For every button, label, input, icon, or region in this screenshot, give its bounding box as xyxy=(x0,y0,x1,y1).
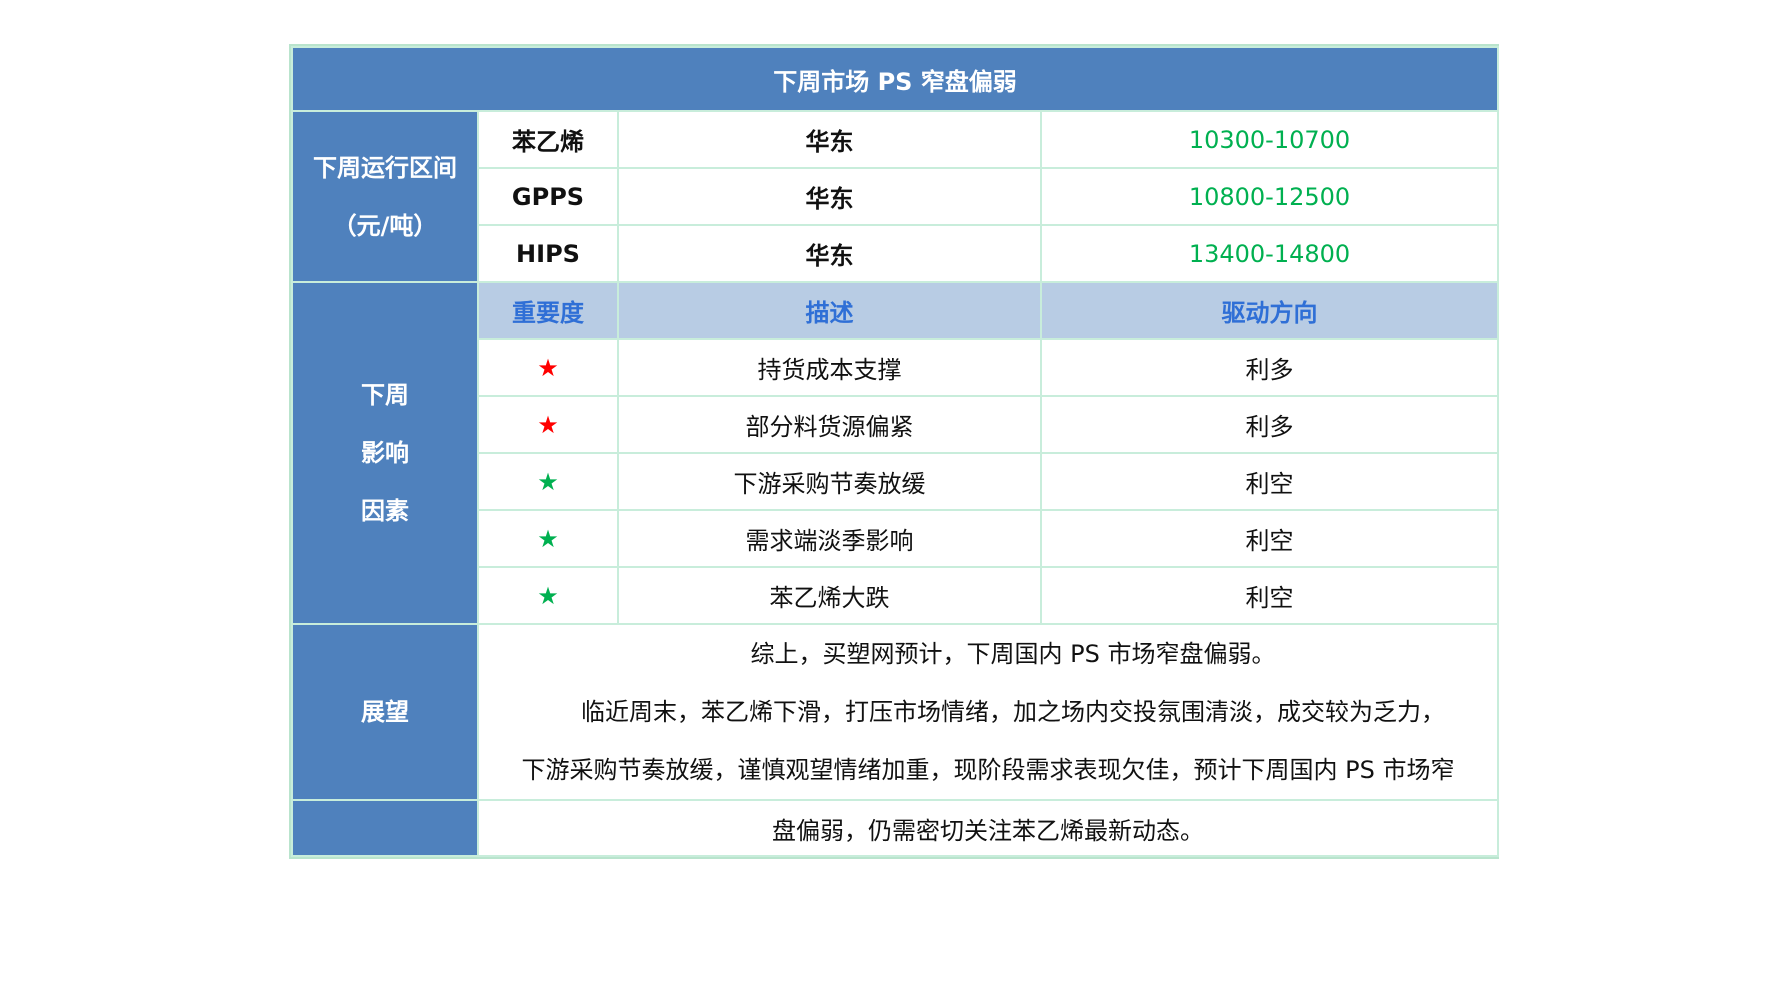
outlook-tail-label xyxy=(291,799,479,857)
report-title: 下周市场 PS 窄盘偏弱 xyxy=(290,46,1500,112)
star-icon: ★ xyxy=(537,410,559,439)
star-icon: ★ xyxy=(537,524,559,553)
product-cell: 苯乙烯 xyxy=(477,110,619,169)
importance-star-icon: ★ xyxy=(477,509,619,568)
importance-header: 重要度 xyxy=(477,281,619,340)
factor-direction: 利多 xyxy=(1039,395,1500,454)
range-label-line-1: 下周运行区间 xyxy=(313,153,457,182)
factor-description: 持货成本支撑 xyxy=(617,338,1042,397)
factor-label-line-1: 下周 xyxy=(361,381,409,409)
region-cell: 华东 xyxy=(617,167,1042,226)
product-cell: HIPS xyxy=(477,224,619,283)
star-icon: ★ xyxy=(537,467,559,496)
market-report-table: 下周市场 PS 窄盘偏弱 下周运行区间 （元/吨） 苯乙烯 华东 10300-1… xyxy=(290,46,1500,857)
outlook-text: 综上，买塑网预计，下周国内 PS 市场窄盘偏弱。 临近周末，苯乙烯下滑，打压市场… xyxy=(476,623,1500,801)
title-row: 下周市场 PS 窄盘偏弱 xyxy=(290,46,1500,112)
factor-description: 部分料货源偏紧 xyxy=(617,395,1042,454)
star-icon: ★ xyxy=(537,581,559,610)
factor-direction: 利多 xyxy=(1039,338,1500,397)
price-range-cell: 10800-12500 xyxy=(1039,167,1500,226)
outlook-line: 综上，买塑网预计，下周国内 PS 市场窄盘偏弱。 xyxy=(750,640,1276,668)
product-cell: GPPS xyxy=(477,167,619,226)
factor-direction: 利空 xyxy=(1039,566,1500,625)
factor-label-line-2: 影响 xyxy=(361,439,409,467)
star-icon: ★ xyxy=(537,353,559,382)
outlook-section-label: 展望 xyxy=(291,623,479,801)
importance-star-icon: ★ xyxy=(477,452,619,511)
outlook-line: 下游采购节奏放缓，谨慎观望情绪加重，现阶段需求表现欠佳，预计下周国内 PS 市场… xyxy=(521,756,1455,784)
direction-header: 驱动方向 xyxy=(1039,281,1500,340)
range-row-1: 下周运行区间 （元/吨） 苯乙烯 华东 10300-10700 xyxy=(291,110,1500,283)
outlook-line: 盘偏弱，仍需密切关注苯乙烯最新动态。 xyxy=(476,799,1500,857)
range-label-line-2: （元/吨） xyxy=(332,211,438,240)
factor-header-row: 下周 影响 因素 重要度 描述 驱动方向 xyxy=(291,281,1500,625)
factor-section-label: 下周 影响 因素 xyxy=(291,281,479,625)
factor-description: 下游采购节奏放缓 xyxy=(617,452,1042,511)
factor-label-line-3: 因素 xyxy=(361,497,409,525)
importance-star-icon: ★ xyxy=(477,338,619,397)
outlook-line: 临近周末，苯乙烯下滑，打压市场情绪，加之场内交投氛围清淡，成交较为乏力， xyxy=(581,698,1446,726)
market-report-sheet: 下周市场 PS 窄盘偏弱 下周运行区间 （元/吨） 苯乙烯 华东 10300-1… xyxy=(289,44,1500,859)
outlook-tail-row: 盘偏弱，仍需密切关注苯乙烯最新动态。 xyxy=(291,799,1500,857)
region-cell: 华东 xyxy=(617,110,1042,169)
price-range-cell: 10300-10700 xyxy=(1039,110,1500,169)
range-section-label: 下周运行区间 （元/吨） xyxy=(291,110,479,283)
outlook-row: 展望 综上，买塑网预计，下周国内 PS 市场窄盘偏弱。 临近周末，苯乙烯下滑，打… xyxy=(291,623,1500,801)
price-range-cell: 13400-14800 xyxy=(1039,224,1500,283)
factor-description: 需求端淡季影响 xyxy=(617,509,1042,568)
factor-direction: 利空 xyxy=(1039,509,1500,568)
description-header: 描述 xyxy=(617,281,1042,340)
importance-star-icon: ★ xyxy=(477,566,619,625)
region-cell: 华东 xyxy=(617,224,1042,283)
factor-description: 苯乙烯大跌 xyxy=(617,566,1042,625)
factor-direction: 利空 xyxy=(1039,452,1500,511)
importance-star-icon: ★ xyxy=(477,395,619,454)
